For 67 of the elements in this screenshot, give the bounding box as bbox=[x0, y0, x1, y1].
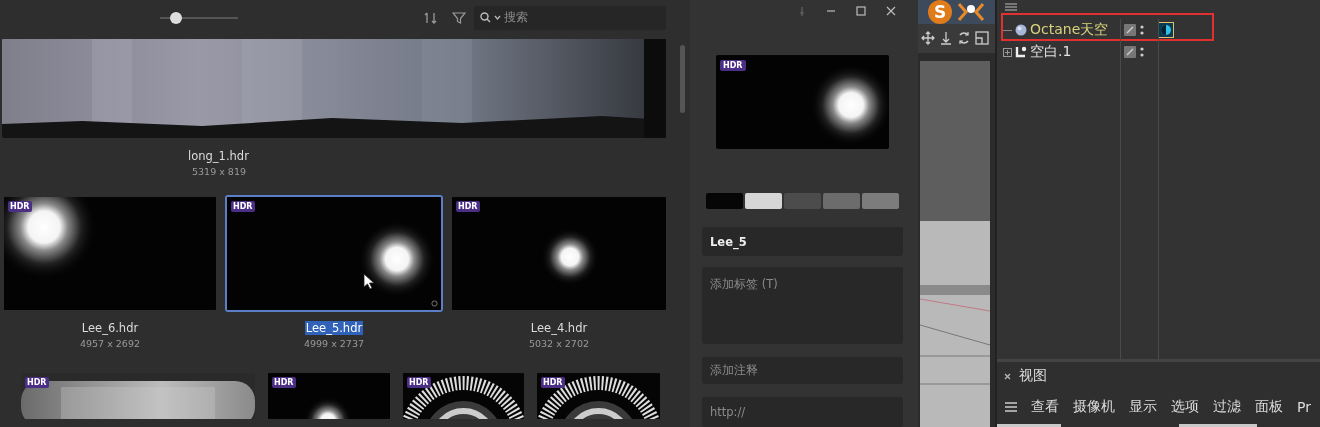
edit-icon[interactable] bbox=[1124, 46, 1136, 58]
hdr-badge: HDR bbox=[720, 60, 746, 71]
visibility-dots-icon[interactable] bbox=[1140, 24, 1144, 36]
color-swatch[interactable] bbox=[706, 193, 743, 209]
menu-item[interactable]: 面板 bbox=[1255, 398, 1283, 416]
maximize-icon[interactable] bbox=[856, 6, 866, 16]
image-size: 5319 x 819 bbox=[192, 166, 246, 177]
hdr-badge: HDR bbox=[272, 377, 296, 388]
menu-item[interactable]: 选项 bbox=[1171, 398, 1199, 416]
hdr-badge: HDR bbox=[541, 377, 565, 388]
menu-icon[interactable] bbox=[1005, 3, 1017, 11]
menu-item[interactable]: Pr bbox=[1297, 399, 1311, 415]
layout-icon[interactable] bbox=[975, 31, 989, 45]
url-field[interactable]: http:// bbox=[702, 397, 903, 427]
color-swatch[interactable] bbox=[784, 193, 821, 209]
close-icon[interactable] bbox=[886, 6, 896, 16]
hdr-badge: HDR bbox=[456, 201, 480, 212]
hdr-badge: HDR bbox=[231, 201, 255, 212]
search-field[interactable]: 搜索 bbox=[474, 5, 666, 30]
menu-item[interactable]: 显示 bbox=[1129, 398, 1157, 416]
slider-thumb[interactable] bbox=[169, 11, 182, 24]
hdr-badge: HDR bbox=[407, 377, 431, 388]
cursor-icon bbox=[363, 273, 375, 290]
filter-icon[interactable] bbox=[452, 11, 466, 24]
thumbnail[interactable]: HDR bbox=[450, 195, 668, 312]
object-name[interactable]: 空白.1 bbox=[1030, 43, 1072, 61]
move-icon[interactable] bbox=[921, 31, 935, 45]
menu-item[interactable]: 摄像机 bbox=[1073, 398, 1115, 416]
thumbnail[interactable]: HDR bbox=[535, 371, 662, 421]
thumbnail[interactable]: HDR bbox=[401, 371, 526, 421]
name-field[interactable]: Lee_5 bbox=[702, 227, 903, 256]
thumbnail[interactable]: HDR bbox=[266, 371, 392, 421]
null-object-icon bbox=[1015, 46, 1027, 58]
file-name: Lee_5.hdr bbox=[304, 321, 364, 335]
thumbnail[interactable]: HDR bbox=[225, 195, 443, 312]
rotate-icon[interactable] bbox=[957, 31, 971, 45]
thumbnail[interactable]: HDR bbox=[2, 195, 218, 312]
notes-field[interactable]: 添加注释 bbox=[702, 357, 903, 384]
image-size: 4957 x 2692 bbox=[80, 338, 140, 349]
hdr-badge: HDR bbox=[25, 377, 49, 388]
caret-icon bbox=[494, 15, 501, 20]
file-name: Lee_4.hdr bbox=[529, 321, 589, 335]
file-name: long_1.hdr bbox=[187, 149, 250, 163]
object-name[interactable]: Octane天空 bbox=[1030, 21, 1109, 39]
menu-item[interactable]: 过滤 bbox=[1213, 398, 1241, 416]
cross-icon[interactable] bbox=[956, 1, 986, 23]
sort-icon[interactable] bbox=[424, 11, 438, 24]
color-swatch[interactable] bbox=[823, 193, 860, 209]
panel-title: 视图 bbox=[1019, 367, 1047, 385]
visibility-dots-icon[interactable] bbox=[1140, 46, 1144, 58]
close-icon[interactable] bbox=[1004, 372, 1011, 380]
image-size: 4999 x 2737 bbox=[304, 338, 364, 349]
expand-icon[interactable] bbox=[1003, 47, 1012, 57]
hdr-badge: HDR bbox=[8, 201, 32, 212]
image-size: 5032 x 2702 bbox=[529, 338, 589, 349]
zoom-slider[interactable] bbox=[160, 11, 238, 24]
sphere-icon bbox=[1015, 24, 1027, 36]
thumbnail[interactable]: HDR bbox=[19, 371, 257, 421]
search-icon bbox=[480, 12, 491, 23]
menu-item[interactable]: 查看 bbox=[1031, 398, 1059, 416]
color-swatch[interactable] bbox=[862, 193, 899, 209]
menu-icon[interactable] bbox=[1005, 402, 1017, 412]
file-name: Lee_6.hdr bbox=[80, 321, 140, 335]
tags-field[interactable]: 添加标签 (T) bbox=[702, 267, 903, 344]
color-swatch[interactable] bbox=[745, 193, 782, 209]
scrollbar-thumb[interactable] bbox=[680, 45, 685, 113]
edit-icon[interactable] bbox=[1124, 24, 1136, 36]
